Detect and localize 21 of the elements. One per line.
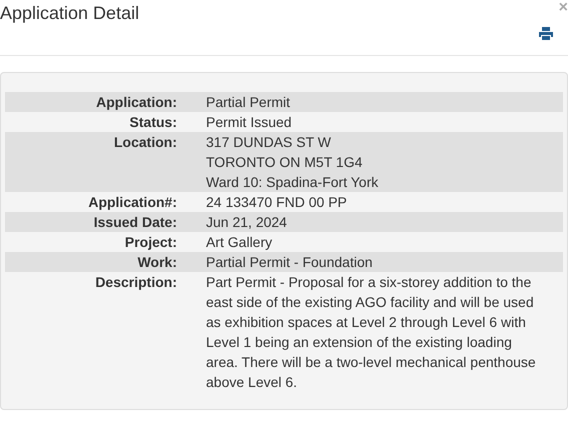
- field-value: Jun 21, 2024: [206, 213, 288, 232]
- field-label: Issued Date:: [92, 213, 177, 232]
- field-label: Location:: [113, 133, 177, 152]
- field-value: Partial Permit: [206, 93, 292, 112]
- field-value: TORONTO ON M5T 1G4: [206, 153, 364, 172]
- print-icon[interactable]: [539, 27, 553, 40]
- field-value: 24 133470 FND 00 PP: [206, 193, 348, 212]
- dialog-title: Application Detail: [0, 2, 140, 24]
- field-value: Art Gallery: [206, 233, 274, 252]
- field-value: 317 DUNDAS ST W: [206, 133, 332, 152]
- field-label: Project:: [124, 233, 177, 252]
- field-value: Partial Permit - Foundation: [206, 253, 374, 272]
- close-button[interactable]: ×: [558, 0, 568, 16]
- field-label: Application#:: [87, 193, 177, 212]
- field-label: Description:: [94, 273, 177, 292]
- field-value: Part Permit - Proposal for a six-storey addition to the east side of the existing AGO facility and will be used as exhibition spaces at Level 2 through Level 6 with Level 1 being an extension of the existing loading area. There will be a two-level mechanical penthouse above Level 6.: [206, 273, 537, 392]
- field-label: Work:: [136, 253, 177, 272]
- field-value: Ward 10: Spadina-Fort York: [206, 173, 380, 192]
- field-label: Application:: [95, 93, 177, 112]
- field-value: Permit Issued: [206, 113, 293, 132]
- field-label: Status:: [128, 113, 177, 132]
